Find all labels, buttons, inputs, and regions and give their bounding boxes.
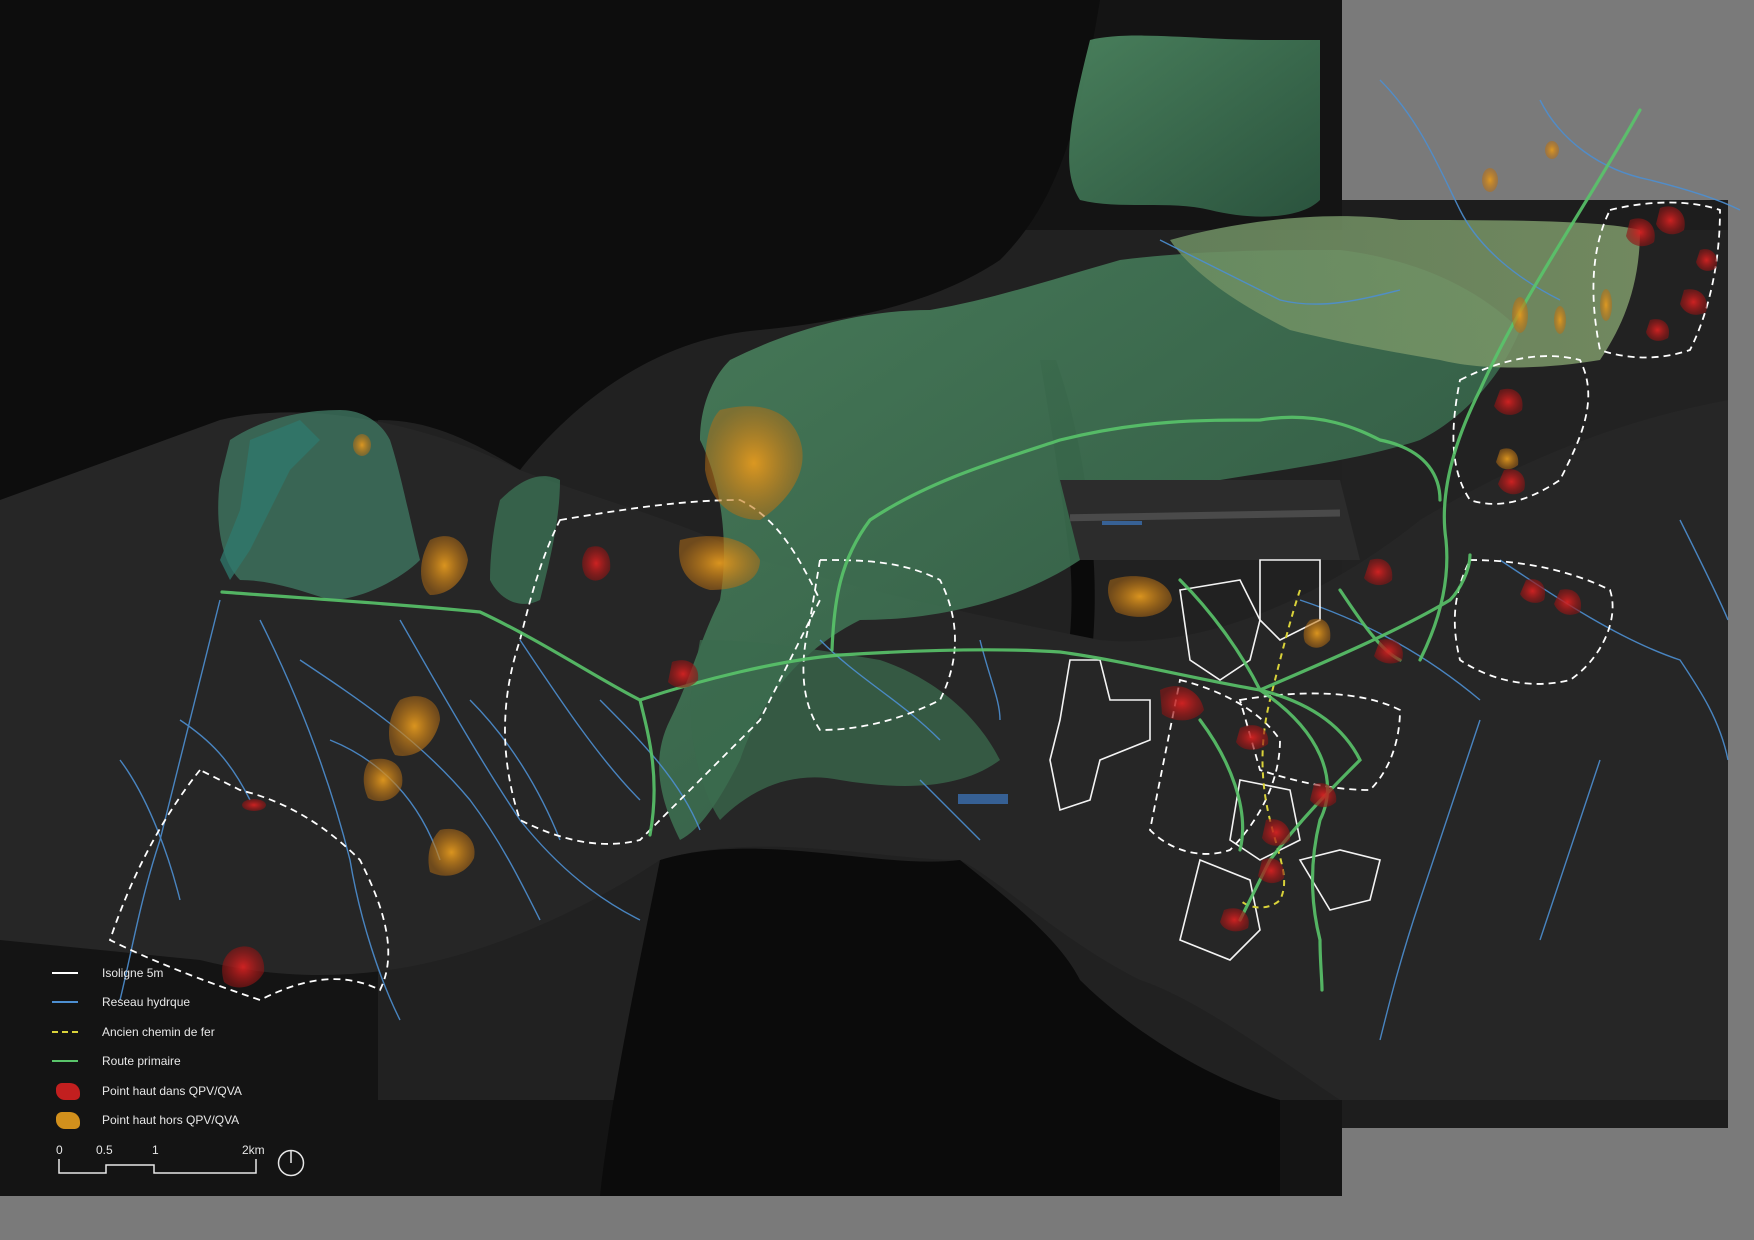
- legend-label: Ancien chemin de fer: [102, 1024, 215, 1039]
- legend-label: Route primaire: [102, 1054, 181, 1069]
- vegetation-north: [1069, 35, 1320, 217]
- hydro-swatch: [52, 993, 82, 1011]
- legend-label: Isoligne 5m: [102, 965, 164, 980]
- airport-structure: [1102, 521, 1142, 525]
- legend-item-railway: Ancien chemin de fer: [52, 1017, 312, 1047]
- red-blob-swatch: [52, 1082, 82, 1100]
- legend-label: Point haut hors QPV/QVA: [102, 1113, 240, 1128]
- port-structure: [958, 794, 1008, 804]
- legend-item-high-point-qpv: Point haut dans QPV/QVA: [52, 1076, 312, 1106]
- road-swatch: [52, 1052, 82, 1070]
- northeast-inset: [1342, 0, 1754, 200]
- legend-item-isoline: Isoligne 5m: [52, 958, 312, 988]
- orange-blob-swatch: [52, 1111, 82, 1130]
- legend-item-hydro: Reseau hydrque: [52, 988, 312, 1018]
- railway-swatch: [52, 1023, 82, 1041]
- scale-bar-graphic: [58, 1159, 257, 1174]
- north-arrow-icon: [277, 1149, 305, 1177]
- isoline-swatch: [52, 964, 82, 982]
- legend-label: Point haut dans QPV/QVA: [102, 1083, 242, 1098]
- legend-label: Reseau hydrque: [102, 995, 191, 1010]
- legend-item-road: Route primaire: [52, 1047, 312, 1077]
- legend-item-high-point-outside: Point haut hors QPV/QVA: [52, 1106, 312, 1136]
- legend: Isoligne 5m Reseau hydrque Ancien chemin…: [52, 958, 312, 1135]
